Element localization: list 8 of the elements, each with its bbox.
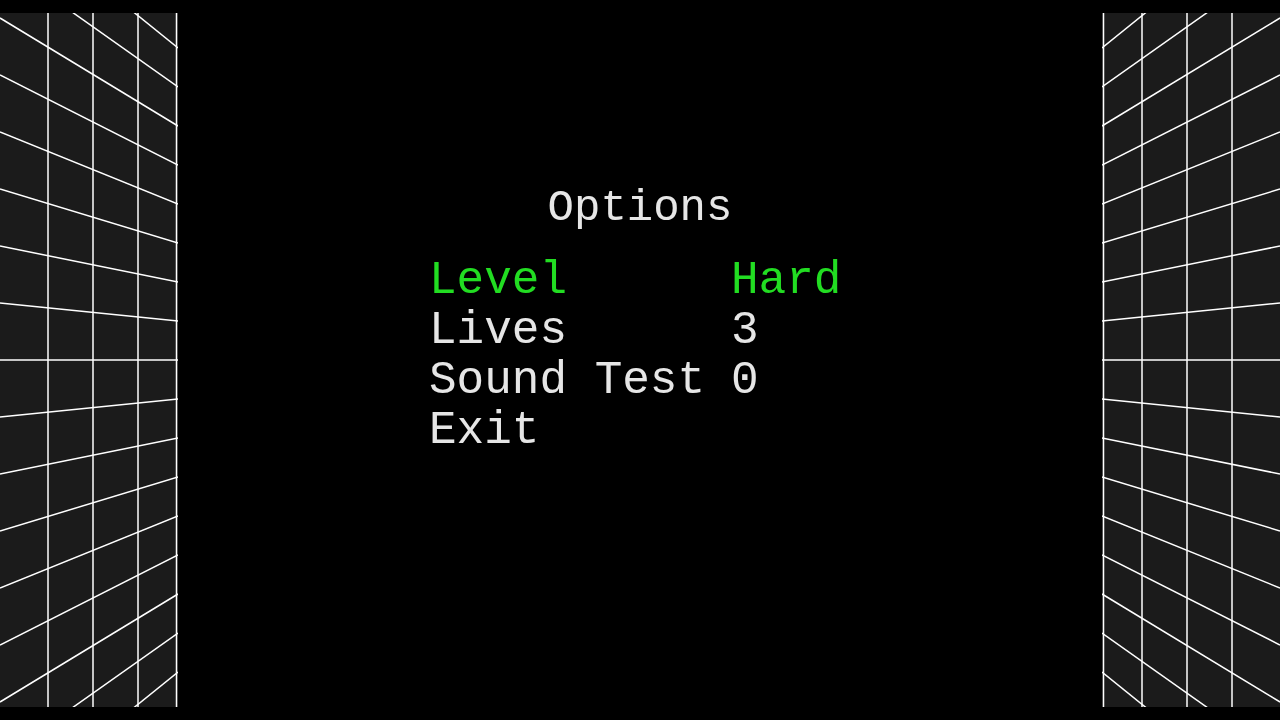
menu-title: Options: [547, 183, 733, 233]
option-value: Hard: [731, 256, 843, 306]
menu-option[interactable]: Sound Test: [429, 356, 731, 406]
menu-option[interactable]: Level: [429, 256, 731, 306]
option-value: 3: [731, 306, 760, 356]
menu-option[interactable]: Exit: [429, 406, 731, 456]
option-value: 0: [731, 356, 760, 406]
menu-option[interactable]: Lives: [429, 306, 731, 356]
